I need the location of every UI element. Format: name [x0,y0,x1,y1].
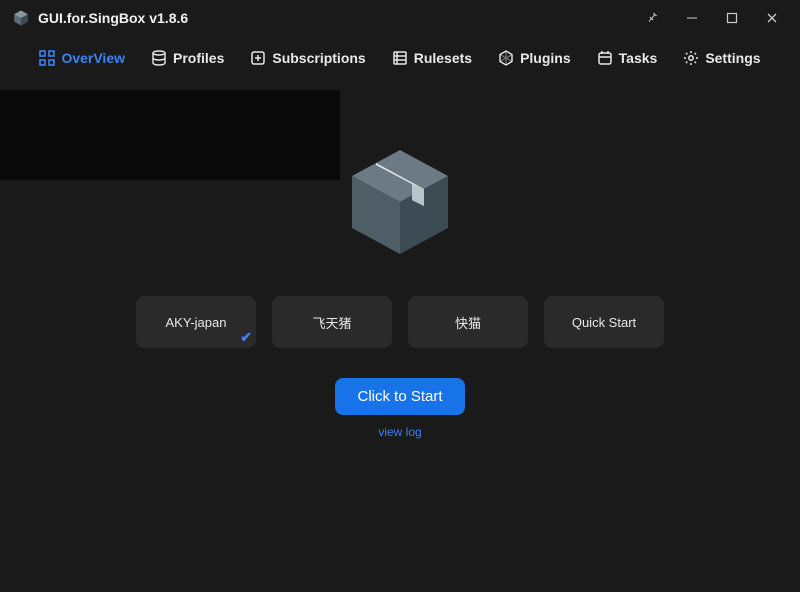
profile-label: Quick Start [572,315,636,330]
check-icon: ✔ [240,329,252,346]
rulesets-icon [392,50,408,66]
nav-label: OverView [61,50,125,66]
nav-tasks[interactable]: Tasks [597,50,658,66]
nav-label: Tasks [619,50,658,66]
profile-card[interactable]: AKY-japan ✔ [136,296,256,348]
close-button[interactable] [752,0,792,36]
navbar: OverView Profiles Subscriptions Rulesets… [0,36,800,80]
tasks-icon [597,50,613,66]
maximize-button[interactable] [712,0,752,36]
nav-label: Subscriptions [272,50,365,66]
nav-plugins[interactable]: Plugins [498,50,571,66]
profile-label: 飞天猪 [312,313,351,332]
plugins-icon [498,50,514,66]
start-button[interactable]: Click to Start [335,378,464,415]
nav-subscriptions[interactable]: Subscriptions [250,50,365,66]
profile-card[interactable]: 飞天猪 [272,296,392,348]
titlebar: GUI.for.SingBox v1.8.6 [0,0,800,36]
profiles-icon [151,50,167,66]
profile-label: 快猫 [455,313,481,332]
subscriptions-icon [250,50,266,66]
view-log-link[interactable]: view log [378,425,421,439]
nav-settings[interactable]: Settings [683,50,760,66]
profile-card[interactable]: 快猫 [408,296,528,348]
overview-icon [39,50,55,66]
minimize-button[interactable] [672,0,712,36]
nav-overview[interactable]: OverView [39,50,125,66]
nav-label: Plugins [520,50,571,66]
profile-label: AKY-japan [166,315,227,330]
nav-label: Settings [705,50,760,66]
nav-label: Profiles [173,50,224,66]
profile-card[interactable]: Quick Start [544,296,664,348]
profile-cards: AKY-japan ✔ 飞天猪 快猫 Quick Start [120,296,680,348]
window-title: GUI.for.SingBox v1.8.6 [38,10,188,26]
center-panel: AKY-japan ✔ 飞天猪 快猫 Quick Start Click to … [120,140,680,439]
app-icon [12,9,30,27]
nav-rulesets[interactable]: Rulesets [392,50,472,66]
window-controls [632,0,792,36]
nav-profiles[interactable]: Profiles [151,50,224,66]
nav-label: Rulesets [414,50,472,66]
settings-icon [683,50,699,66]
pin-button[interactable] [632,0,672,36]
main-area: AKY-japan ✔ 飞天猪 快猫 Quick Start Click to … [0,80,800,592]
box-logo-icon [340,140,460,260]
